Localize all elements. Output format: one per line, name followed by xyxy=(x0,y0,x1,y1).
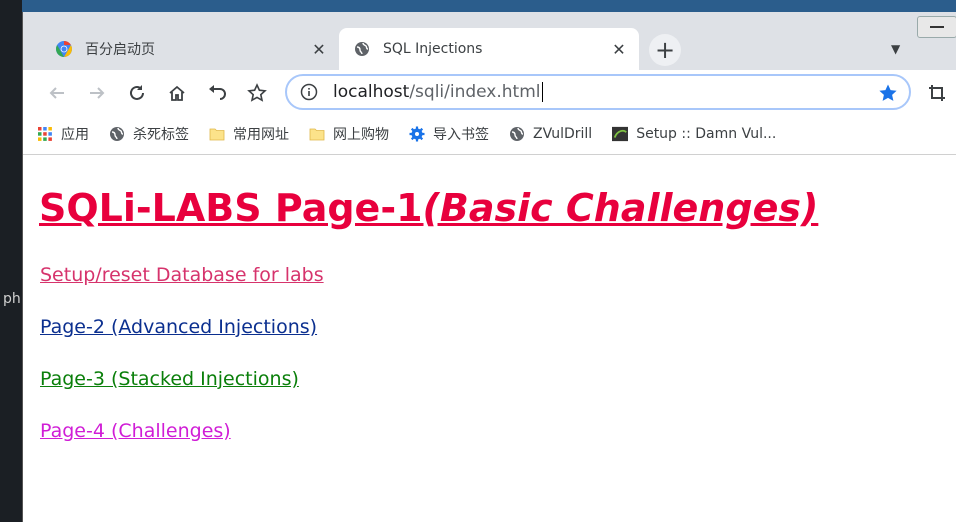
bookmark-label: 杀死标签 xyxy=(133,127,189,143)
url-text[interactable]: localhost/sqli/index.html xyxy=(333,82,543,102)
reload-icon[interactable] xyxy=(123,79,151,107)
home-icon[interactable] xyxy=(163,79,191,107)
setup-reset-db-link[interactable]: Setup/reset Database for labs xyxy=(40,264,324,286)
tab-strip: 百分启动页 ✕ SQL Injections ✕ + ▼ xyxy=(23,12,956,70)
address-bar[interactable]: localhost/sqli/index.html xyxy=(285,74,911,110)
tab-title: SQL Injections xyxy=(383,41,483,57)
page-content: SQLi-LABS Page-1(Basic Challenges) Setup… xyxy=(23,156,956,522)
toolbar: localhost/sqli/index.html xyxy=(23,70,956,114)
tab-title: 百分启动页 xyxy=(85,42,155,58)
tab-start-page[interactable]: 百分启动页 ✕ xyxy=(41,28,339,70)
desktop-side-text: ph xyxy=(3,291,21,307)
page-3-link[interactable]: Page-3 (Stacked Injections) xyxy=(40,368,299,390)
bookmark-kill-tabs[interactable]: 杀死标签 xyxy=(109,124,189,144)
info-icon[interactable] xyxy=(299,82,319,102)
forward-icon[interactable] xyxy=(83,79,111,107)
desktop-side-panel xyxy=(0,0,22,522)
bookmark-zvuldrill[interactable]: ZVulDrill xyxy=(509,126,592,142)
bookmark-label: 常用网址 xyxy=(233,127,289,143)
page-4-link[interactable]: Page-4 (Challenges) xyxy=(40,420,231,442)
new-tab-button[interactable]: + xyxy=(649,34,681,66)
bookmark-common-sites[interactable]: 常用网址 xyxy=(209,124,289,144)
heading-sub: (Basic Challenges) xyxy=(422,186,819,230)
folder-icon xyxy=(209,126,225,142)
undo-icon[interactable] xyxy=(203,79,231,107)
bookmark-star-icon[interactable] xyxy=(243,79,271,107)
globe-icon xyxy=(353,40,371,58)
page-heading: SQLi-LABS Page-1(Basic Challenges) xyxy=(39,186,818,230)
minimize-button[interactable] xyxy=(917,16,956,38)
folder-icon xyxy=(309,126,325,142)
bookmark-label: 网上购物 xyxy=(333,127,389,143)
tab-sql-injections[interactable]: SQL Injections ✕ xyxy=(339,28,639,70)
bookmark-import[interactable]: 导入书签 xyxy=(409,124,489,144)
bookmarked-star-icon[interactable] xyxy=(877,82,899,104)
apps-grid-icon xyxy=(37,126,53,142)
page-2-link[interactable]: Page-2 (Advanced Injections) xyxy=(40,316,317,338)
bookmark-apps[interactable]: 应用 xyxy=(37,124,89,144)
gear-icon xyxy=(409,126,425,142)
close-icon[interactable]: ✕ xyxy=(309,39,329,59)
bookmark-label: ZVulDrill xyxy=(533,126,593,142)
globe-icon xyxy=(109,126,125,142)
text-caret xyxy=(541,82,543,102)
tab-search-icon[interactable]: ▼ xyxy=(891,42,900,56)
chrome-logo-icon xyxy=(55,40,73,58)
bookmarks-bar: 应用 杀死标签 常用网址 网上购物 导入书签 ZVulDrill Setup:… xyxy=(23,114,956,155)
back-icon[interactable] xyxy=(43,79,71,107)
bookmark-shopping[interactable]: 网上购物 xyxy=(309,124,389,144)
heading-main: SQLi-LABS Page-1 xyxy=(39,186,423,230)
crop-icon[interactable] xyxy=(923,79,951,107)
bookmark-dvwa[interactable]: Setup :: Damn Vul... xyxy=(612,126,776,142)
globe-icon xyxy=(509,126,525,142)
close-icon[interactable]: ✕ xyxy=(609,39,629,59)
bookmark-label: 导入书签 xyxy=(433,127,489,143)
url-path: /sqli/index.html xyxy=(409,82,541,102)
bookmark-label: 应用 xyxy=(61,127,89,143)
bookmark-label: Setup :: Damn Vul... xyxy=(636,126,777,142)
browser-window: 百分启动页 ✕ SQL Injections ✕ + ▼ localhost/s… xyxy=(22,12,956,522)
dvwa-icon xyxy=(612,126,629,142)
url-host: localhost xyxy=(333,82,410,102)
